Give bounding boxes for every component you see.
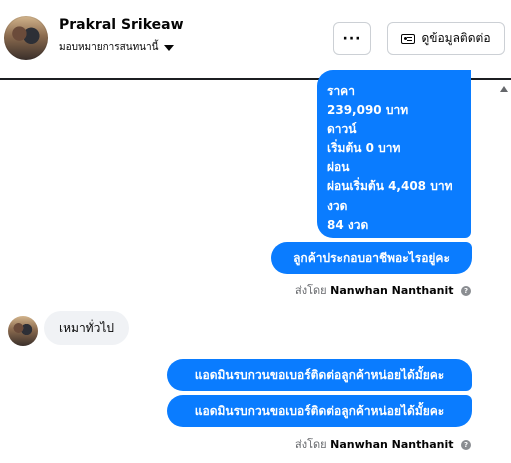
question-circle-icon[interactable]: ?: [461, 286, 471, 296]
message-line: ผ่อนเริ่มต้น 4,408 บาท: [327, 179, 453, 194]
message-line: เริ่มต้น 0 บาท: [327, 141, 401, 156]
incoming-avatar[interactable]: [8, 316, 38, 346]
message-line: 239,090 บาท: [327, 103, 409, 118]
outgoing-message: ลูกค้าประกอบอาชีพอะไรอยู่คะ: [271, 242, 472, 274]
outgoing-message: แอดมินรบกวนขอเบอร์ติดต่อลูกค้าหน่อยได้มั…: [167, 359, 472, 391]
sent-by-prefix: ส่งโดย: [295, 438, 327, 451]
scroll-up-icon[interactable]: [500, 86, 508, 92]
agent-name: Nanwhan Nanthanit: [330, 438, 454, 451]
more-horizontal-icon: ···: [342, 30, 362, 47]
more-options-button[interactable]: ···: [333, 22, 371, 55]
message-line: 84 งวด: [327, 217, 369, 232]
sent-by-prefix: ส่งโดย: [295, 284, 327, 297]
question-circle-icon[interactable]: ?: [461, 440, 471, 450]
assign-conversation-dropdown[interactable]: มอบหมายการสนทนานี้: [59, 40, 175, 55]
message-line: ดาวน์: [327, 122, 357, 137]
view-contact-button[interactable]: ดูข้อมูลติดต่อ: [387, 22, 505, 55]
contact-card-icon: [401, 33, 416, 44]
agent-name: Nanwhan Nanthanit: [330, 284, 454, 297]
chevron-down-icon: [164, 45, 175, 51]
contact-name[interactable]: Prakral Srikeaw: [59, 17, 184, 33]
message-line: ราคา: [327, 84, 355, 98]
message-line: งวด: [327, 198, 348, 213]
profile-avatar[interactable]: [4, 16, 48, 60]
conversation-header: Prakral Srikeaw มอบหมายการสนทนานี้ ··· ด…: [0, 0, 511, 80]
view-contact-label: ดูข้อมูลติดต่อ: [421, 31, 491, 45]
incoming-message: เหมาทั่วไป: [44, 311, 129, 345]
message-line: ผ่อน: [327, 160, 350, 175]
assign-label: มอบหมายการสนทนานี้: [59, 42, 159, 53]
chat-area[interactable]: ราคา 239,090 บาท ดาวน์ เริ่มต้น 0 บาท ผ่…: [0, 70, 511, 463]
outgoing-message: แอดมินรบกวนขอเบอร์ติดต่อลูกค้าหน่อยได้มั…: [167, 395, 472, 427]
sent-by-line: ส่งโดย Nanwhan Nanthanit ?: [295, 281, 471, 299]
price-message-bubble: ราคา 239,090 บาท ดาวน์ เริ่มต้น 0 บาท ผ่…: [317, 70, 471, 238]
sent-by-line: ส่งโดย Nanwhan Nanthanit ?: [295, 435, 471, 453]
